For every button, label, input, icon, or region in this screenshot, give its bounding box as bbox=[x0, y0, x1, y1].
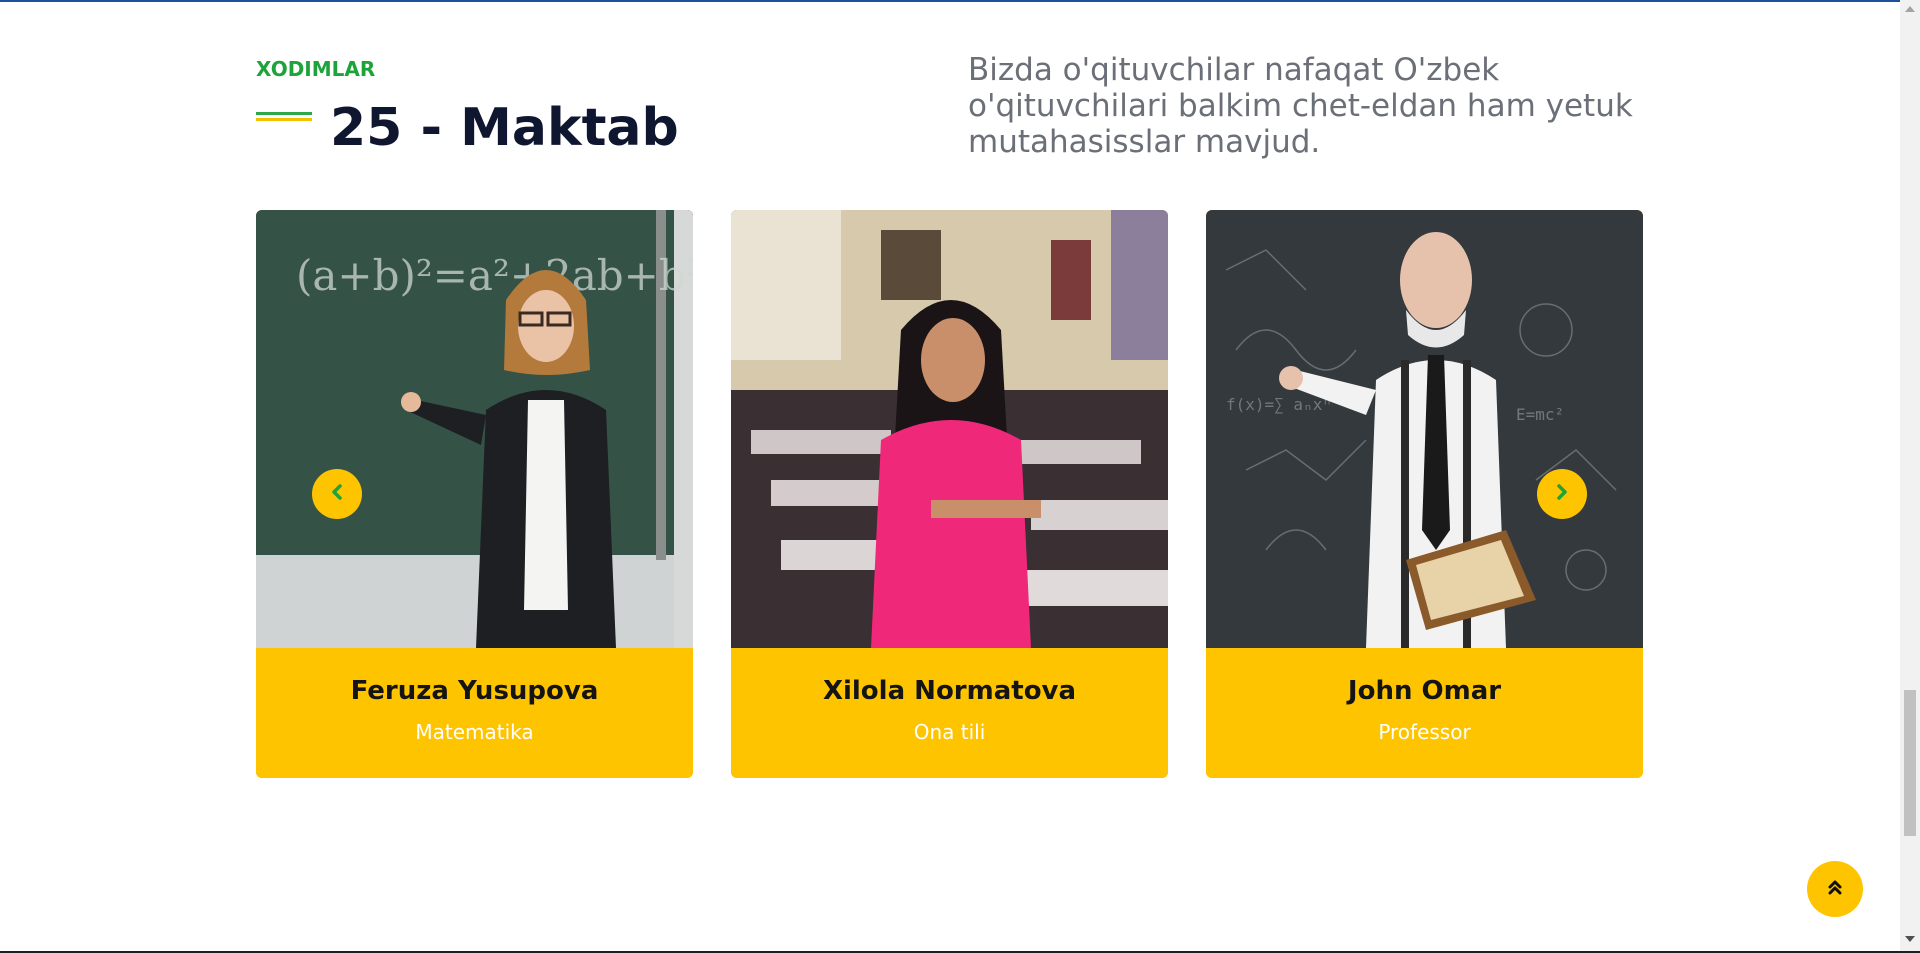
section-intro: Bizda o'qituvchilar nafaqat O'zbek o'qit… bbox=[968, 52, 1633, 160]
svg-text:(a+b)²=a²+2ab+b²: (a+b)²=a²+2ab+b² bbox=[296, 251, 693, 300]
staff-role: Matematika bbox=[415, 720, 534, 744]
scroll-up-arrow-icon[interactable] bbox=[1905, 6, 1915, 12]
section-title: 25 - Maktab bbox=[330, 98, 679, 158]
carousel-prev-button[interactable] bbox=[312, 469, 362, 519]
staff-section: XODIMLAR 25 - Maktab Bizda o'qituvchilar… bbox=[0, 2, 1900, 951]
professor-with-book-photo: f(x)=∑ aₙxⁿ E=mc² bbox=[1206, 210, 1643, 648]
staff-role: Professor bbox=[1378, 720, 1471, 744]
staff-name: John Omar bbox=[1347, 676, 1502, 706]
chevron-right-icon bbox=[1553, 483, 1571, 505]
svg-text:f(x)=∑ aₙxⁿ: f(x)=∑ aₙxⁿ bbox=[1226, 395, 1332, 414]
page-scrollbar[interactable] bbox=[1900, 0, 1920, 953]
title-decoration-lines bbox=[256, 112, 312, 122]
teacher-in-classroom-photo bbox=[731, 210, 1168, 648]
green-line bbox=[256, 112, 312, 115]
section-eyebrow: XODIMLAR bbox=[256, 57, 376, 81]
chevron-left-icon bbox=[328, 483, 346, 505]
scrollbar-thumb[interactable] bbox=[1904, 690, 1916, 836]
teacher-at-chalkboard-photo: (a+b)²=a²+2ab+b² bbox=[256, 210, 693, 648]
staff-role: Ona tili bbox=[913, 720, 986, 744]
staff-card[interactable]: Xilola Normatova Ona tili bbox=[731, 210, 1168, 778]
back-to-top-button[interactable] bbox=[1807, 861, 1863, 917]
staff-info: John Omar Professor bbox=[1206, 648, 1643, 778]
staff-info: Feruza Yusupova Matematika bbox=[256, 648, 693, 778]
staff-name: Feruza Yusupova bbox=[350, 676, 599, 706]
svg-text:E=mc²: E=mc² bbox=[1516, 405, 1564, 424]
scroll-down-arrow-icon[interactable] bbox=[1905, 936, 1915, 942]
staff-info: Xilola Normatova Ona tili bbox=[731, 648, 1168, 778]
double-chevron-up-icon bbox=[1825, 877, 1845, 901]
staff-name: Xilola Normatova bbox=[822, 676, 1077, 706]
carousel-next-button[interactable] bbox=[1537, 469, 1587, 519]
yellow-line bbox=[256, 118, 312, 121]
